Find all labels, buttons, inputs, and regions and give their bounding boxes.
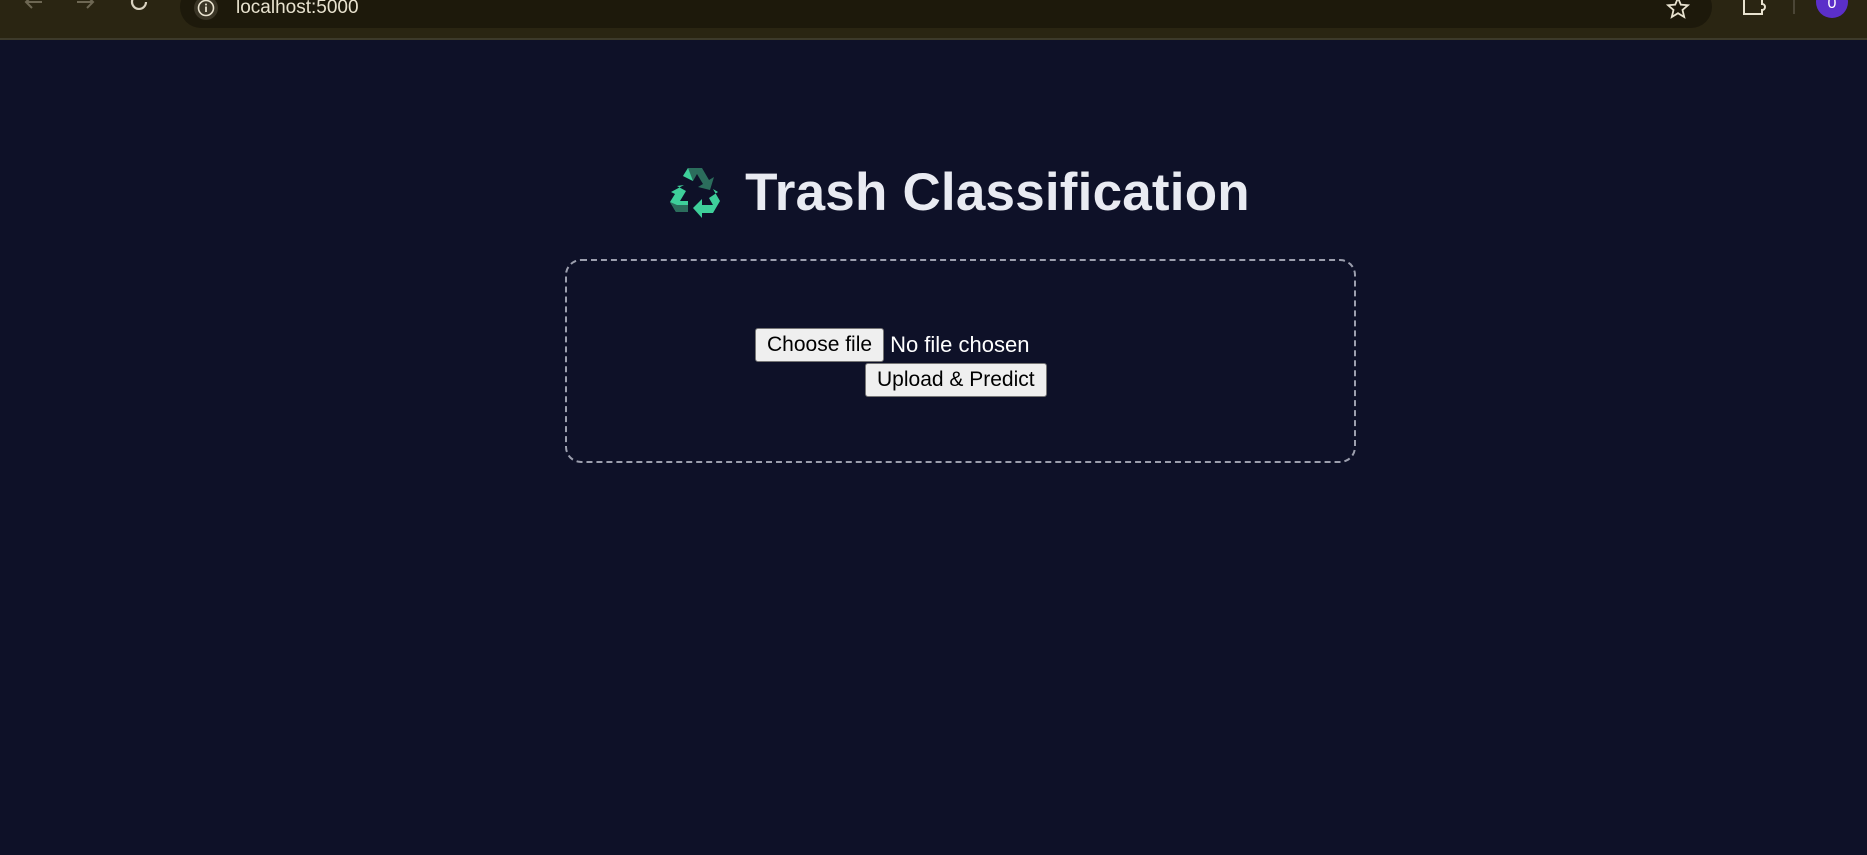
back-button[interactable] [18,0,48,14]
profile-initial: 0 [1827,0,1837,12]
toolbar-divider [1793,0,1795,14]
browser-toolbar: localhost:5000 0 [0,0,1867,40]
file-status-text: No file chosen [890,332,1030,357]
puzzle-icon[interactable] [1741,0,1767,21]
page-header: Trash Classification [0,160,1867,224]
choose-file-button[interactable]: Choose file [755,328,885,362]
profile-avatar[interactable]: 0 [1816,0,1848,18]
star-icon[interactable] [1665,0,1691,25]
reload-icon [130,0,148,11]
arrow-left-icon [24,0,42,9]
file-input[interactable]: Choose file No file chosen [755,328,1029,362]
url-text[interactable]: localhost:5000 [236,0,359,17]
recycle-icon [670,168,721,218]
info-icon[interactable] [194,0,218,20]
upload-predict-button[interactable]: Upload & Predict [865,363,1047,397]
forward-button[interactable] [71,0,101,14]
address-bar[interactable]: localhost:5000 [180,0,1712,28]
upload-form: Choose file No file chosen Upload & Pred… [565,259,1356,463]
page-title: Trash Classification [745,162,1250,222]
reload-button[interactable] [125,0,155,14]
arrow-right-icon [77,0,95,9]
